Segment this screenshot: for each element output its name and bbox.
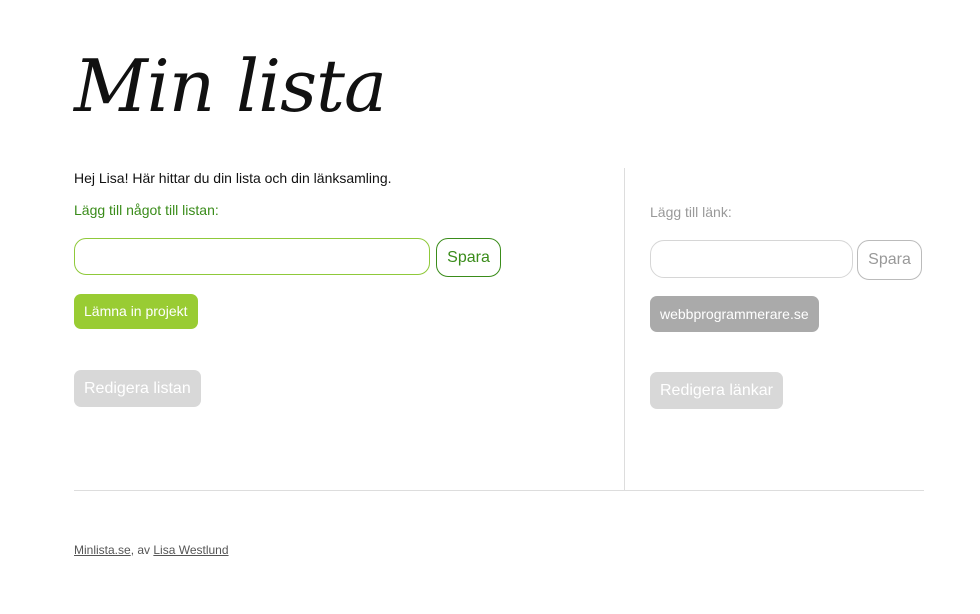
edit-list-button[interactable]: Redigera listan — [74, 370, 201, 407]
link-item[interactable]: webbprogrammerare.se — [650, 296, 819, 332]
add-item-input[interactable] — [74, 238, 430, 275]
footer-separator: , av — [130, 543, 154, 557]
footer: Minlista.se, av Lisa Westlund — [74, 543, 229, 557]
footer-divider — [74, 490, 924, 491]
save-link-button[interactable]: Spara — [857, 240, 922, 280]
save-item-button[interactable]: Spara — [436, 238, 501, 277]
edit-links-button[interactable]: Redigera länkar — [650, 372, 783, 409]
add-link-input[interactable] — [650, 240, 853, 278]
column-divider — [624, 168, 625, 490]
author-link[interactable]: Lisa Westlund — [153, 543, 228, 557]
list-item[interactable]: Lämna in projekt — [74, 294, 198, 329]
add-link-label: Lägg till länk: — [650, 204, 732, 220]
page-title: Min lista — [74, 44, 387, 128]
site-link[interactable]: Minlista.se — [74, 543, 131, 557]
add-item-label: Lägg till något till listan: — [74, 202, 219, 218]
greeting-text: Hej Lisa! Här hittar du din lista och di… — [74, 170, 392, 186]
